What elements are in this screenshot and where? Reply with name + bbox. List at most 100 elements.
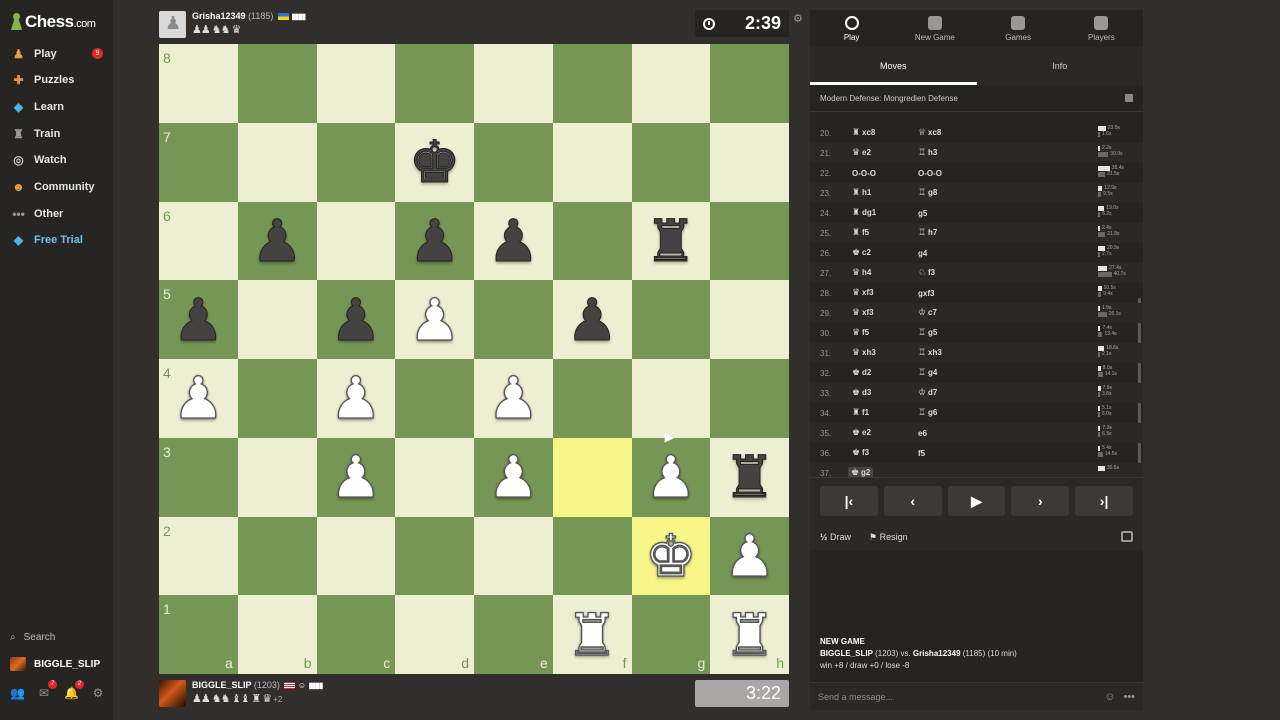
square-h1[interactable]: h ♜ (710, 595, 789, 674)
next-move-button[interactable]: › (1011, 486, 1070, 516)
white-move[interactable]: O-O-O (848, 169, 914, 178)
opening-name[interactable]: Modern Defense: Mongredien Defense (820, 94, 958, 103)
square-a7[interactable]: 7 (159, 122, 238, 202)
square-f4[interactable] (552, 359, 632, 438)
black-move[interactable]: ♖ h3 (914, 148, 980, 158)
white-move[interactable]: ♛ f5 (848, 328, 914, 338)
white-pawn-piece[interactable]: ♟ (159, 359, 238, 438)
square-a2[interactable]: 2 (159, 516, 238, 596)
white-move[interactable]: ♛ h4 (848, 268, 914, 278)
sidebar-item-free-trial[interactable]: ◆ Free Trial (10, 230, 83, 250)
square-e3[interactable]: ♟ (474, 437, 553, 517)
draw-button[interactable]: ½ Draw (820, 532, 851, 542)
square-d2[interactable] (395, 516, 474, 596)
square-e8[interactable] (474, 44, 553, 123)
white-pawn-piece[interactable]: ♟ (474, 359, 553, 438)
white-king-piece[interactable]: ♚ (632, 517, 711, 596)
square-b4[interactable] (237, 359, 317, 438)
square-c8[interactable] (316, 44, 396, 123)
square-c7[interactable] (316, 122, 396, 202)
white-move[interactable]: ♜ f5 (848, 228, 914, 238)
white-pawn-piece[interactable]: ♟ (710, 517, 789, 596)
square-h2[interactable]: ♟ (710, 516, 789, 596)
square-h6[interactable] (710, 201, 789, 281)
sidebar-item-learn[interactable]: ◆ Learn (10, 97, 64, 117)
black-rook-piece[interactable]: ♜ (710, 438, 789, 517)
square-g3[interactable]: ♟ (631, 437, 711, 517)
square-h5[interactable] (710, 280, 789, 359)
black-move[interactable]: ♕ xc8 (914, 128, 980, 138)
white-move[interactable]: ♜ xc8 (848, 128, 914, 138)
black-move[interactable]: ♔ d7 (914, 388, 980, 398)
last-move-button[interactable]: ›| (1075, 486, 1133, 516)
square-d1[interactable]: d (395, 595, 474, 674)
square-g7[interactable] (631, 122, 711, 202)
settings-gear-icon[interactable]: ⚙ (91, 686, 105, 700)
square-e4[interactable]: ♟ (474, 359, 553, 438)
square-d4[interactable] (395, 359, 474, 438)
first-move-button[interactable]: |‹ (820, 486, 878, 516)
square-e7[interactable] (474, 122, 553, 202)
black-move[interactable]: g4 (914, 249, 980, 258)
sidebar-item-other[interactable]: ••• Other (10, 204, 63, 224)
square-g2[interactable]: ♚ (631, 516, 711, 596)
black-move[interactable]: ♖ xh3 (914, 348, 980, 358)
square-c6[interactable] (316, 201, 396, 281)
white-move[interactable]: ♛ xf3 (848, 288, 914, 298)
play-button[interactable]: ▶ (947, 486, 1006, 516)
chess-board[interactable]: 8 7 ♚ 6 ♟ ♟ ♟ ♜ 5 ♟ ♟ ♟ ♟ 4 ♟ ♟ ♟ 3 ♟ ♟ ♟ ♜ 2 ♚ ♟ 1 a b c d e f ♜ g h ♜ (159, 44, 789, 674)
square-h8[interactable] (710, 44, 789, 123)
black-move[interactable]: e6 (914, 429, 980, 438)
square-a6[interactable]: 6 (159, 201, 238, 281)
black-move[interactable]: f5 (914, 449, 980, 458)
white-move[interactable]: ♚ d2 (848, 368, 914, 378)
black-move[interactable]: O-O-O (914, 169, 980, 178)
black-move[interactable]: ♖ h7 (914, 228, 980, 238)
black-move[interactable]: ♖ g4 (914, 368, 980, 378)
chat-message-input[interactable]: Send a message... (818, 692, 893, 702)
black-pawn-piece[interactable]: ♟ (159, 280, 238, 359)
tab-new-game[interactable]: New Game (893, 10, 976, 47)
square-g1[interactable]: g (631, 595, 711, 674)
tab-moves[interactable]: Moves (810, 47, 977, 85)
square-a4[interactable]: 4 ♟ (159, 359, 238, 438)
square-a3[interactable]: 3 (159, 437, 238, 517)
black-move[interactable]: ♖ g8 (914, 188, 980, 198)
white-move[interactable]: ♛ e2 (848, 148, 914, 158)
player-name[interactable]: BIGGLE_SLIP (192, 680, 251, 690)
white-move[interactable]: ♚ c2 (848, 248, 914, 258)
white-move[interactable]: ♚ d3 (848, 388, 914, 398)
sidebar-item-play[interactable]: ♟ Play (10, 44, 57, 64)
emoji-icon[interactable]: ☺ (1104, 691, 1115, 703)
sidebar-item-puzzles[interactable]: ✚ Puzzles (10, 70, 74, 90)
user-profile-link[interactable]: BIGGLE_SLIP (10, 657, 100, 671)
square-b3[interactable] (237, 437, 317, 517)
black-move[interactable]: g5 (914, 209, 980, 218)
square-f6[interactable] (552, 201, 632, 281)
chesscom-logo[interactable]: Chess.com (10, 12, 96, 32)
square-b2[interactable] (237, 516, 317, 596)
resign-button[interactable]: ⚑ Resign (869, 532, 908, 543)
white-rook-piece[interactable]: ♜ (553, 595, 632, 674)
friends-icon[interactable]: 👥 (10, 686, 25, 700)
player-avatar[interactable] (159, 680, 186, 707)
bell-icon[interactable]: 🔔 2 (64, 680, 84, 700)
square-f5[interactable]: ♟ (552, 280, 632, 359)
square-c4[interactable]: ♟ (316, 359, 396, 438)
square-e5[interactable] (474, 280, 553, 359)
black-move[interactable]: gxf3 (914, 289, 980, 298)
black-king-piece[interactable]: ♚ (395, 123, 474, 202)
white-move[interactable]: ♚ e2 (848, 428, 914, 438)
white-move[interactable]: ♚ g2 (848, 467, 874, 477)
white-move[interactable]: ♜ f1 (848, 408, 914, 418)
square-f7[interactable] (552, 122, 632, 202)
square-a5[interactable]: 5 ♟ (159, 280, 238, 359)
square-b1[interactable]: b (237, 595, 317, 674)
black-pawn-piece[interactable]: ♟ (395, 202, 474, 281)
white-move[interactable]: ♜ dg1 (848, 208, 914, 218)
square-c3[interactable]: ♟ (316, 437, 396, 517)
opponent-avatar[interactable] (159, 11, 186, 38)
square-c1[interactable]: c (316, 595, 396, 674)
black-pawn-piece[interactable]: ♟ (238, 202, 317, 281)
search-link[interactable]: ⌕ Search (10, 632, 55, 643)
